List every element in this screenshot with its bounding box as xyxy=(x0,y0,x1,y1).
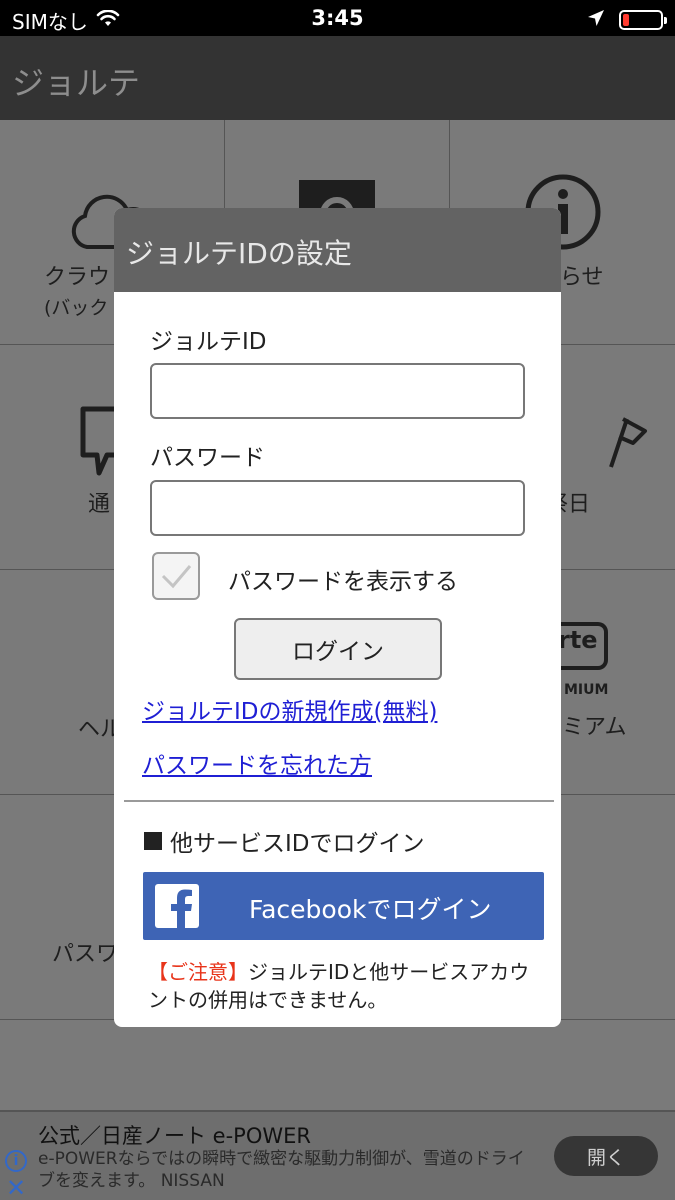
facebook-icon xyxy=(155,884,199,928)
show-password-checkbox[interactable] xyxy=(152,552,200,600)
password-label: パスワード xyxy=(150,445,265,471)
ad-open-button[interactable]: 開く xyxy=(554,1136,658,1176)
facebook-login-button[interactable]: Facebookでログイン xyxy=(143,872,544,940)
app-title: ジョルテ xyxy=(12,64,141,102)
notice-warning: 【ご注意】 xyxy=(148,960,248,984)
forgot-password-link[interactable]: パスワードを忘れた方 xyxy=(142,746,372,780)
ad-banner[interactable]: i ✕ 公式／日産ノート e-POWER e-POWERならではの瞬時で緻密な駆… xyxy=(0,1110,675,1200)
battery-level xyxy=(623,14,629,26)
dialog-header: ジョルテIDの設定 xyxy=(114,208,561,292)
password-input[interactable] xyxy=(150,480,525,536)
close-icon[interactable]: ✕ xyxy=(6,1174,26,1200)
ad-description: e-POWERならではの瞬時で緻密な駆動力制御が、雪道のドライブを変えます。 N… xyxy=(38,1149,525,1191)
status-bar: SIMなし 3:45 xyxy=(0,0,675,36)
bullet-square-icon xyxy=(144,832,162,850)
create-account-link[interactable]: ジョルテIDの新規作成(無料) xyxy=(142,692,437,726)
other-service-heading: 他サービスIDでログイン xyxy=(144,824,425,858)
other-service-label: 他サービスIDでログイン xyxy=(170,831,425,857)
tile-info-label: らせ xyxy=(560,265,604,290)
premium-sub-text: MIUM xyxy=(564,682,609,698)
notice: 【ご注意】ジョルテIDと他サービスアカウントの併用はできません。 xyxy=(148,958,548,1014)
tile-premium-label: ミアム xyxy=(562,715,627,740)
check-icon xyxy=(161,565,192,589)
dialog-title: ジョルテIDの設定 xyxy=(126,237,352,270)
facebook-login-label: Facebookでログイン xyxy=(249,895,492,924)
divider xyxy=(124,800,554,802)
show-password-label: パスワードを表示する xyxy=(228,569,458,595)
app-header: ジョルテ xyxy=(0,36,675,120)
tile-holiday-label: 祭日 xyxy=(546,492,591,517)
id-label: ジョルテID xyxy=(150,329,267,355)
info-icon[interactable]: i xyxy=(5,1150,27,1172)
ad-title: 公式／日産ノート e-POWER xyxy=(38,1124,311,1148)
jorte-id-input[interactable] xyxy=(150,363,525,419)
location-arrow-icon xyxy=(587,8,605,32)
grid-footer-space xyxy=(0,1020,675,1110)
login-dialog: ジョルテIDの設定 ジョルテID パスワード パスワードを表示する ログイン ジ… xyxy=(114,208,561,1027)
clock: 3:45 xyxy=(311,6,364,30)
premium-logo-text: rte xyxy=(558,626,598,654)
status-right xyxy=(587,8,667,32)
battery-icon xyxy=(619,10,667,30)
login-button[interactable]: ログイン xyxy=(234,618,442,680)
